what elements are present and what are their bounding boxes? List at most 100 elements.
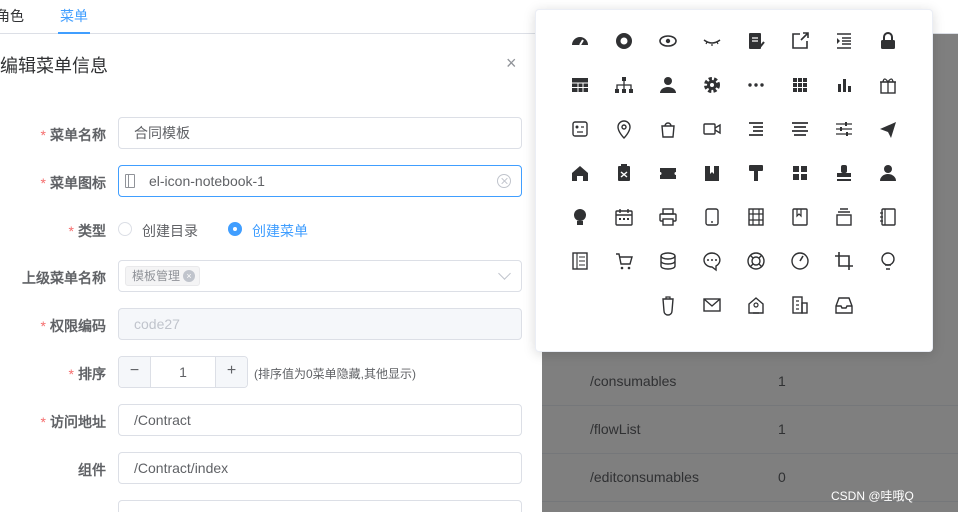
list-indent-icon[interactable] bbox=[833, 30, 857, 54]
increment-button[interactable]: + bbox=[215, 357, 247, 387]
collection-tag-icon[interactable] bbox=[701, 162, 725, 186]
decrement-button[interactable]: − bbox=[119, 357, 151, 387]
inbox-icon[interactable] bbox=[833, 294, 857, 318]
parent-menu-select[interactable]: 模板管理 × bbox=[118, 260, 522, 292]
form-item-remark bbox=[0, 500, 542, 512]
required-mark: * bbox=[40, 127, 46, 143]
tablet-icon[interactable] bbox=[701, 206, 725, 230]
field-label: * 权限编码 bbox=[41, 316, 106, 336]
timer-gauge-icon[interactable] bbox=[789, 250, 813, 274]
coin-stack-icon[interactable] bbox=[657, 250, 681, 274]
menu-grid-icon[interactable] bbox=[789, 162, 813, 186]
sort-value[interactable]: 1 bbox=[151, 357, 215, 387]
watermark: CSDN @哇哦Q bbox=[831, 489, 914, 503]
close-icon[interactable]: × bbox=[506, 54, 517, 72]
sort-hint: (排序值为0菜单隐藏,其他显示) bbox=[254, 367, 417, 381]
icon-picker-popover bbox=[535, 9, 933, 352]
field-label: 组件 bbox=[78, 460, 106, 480]
envelope-icon[interactable] bbox=[701, 294, 725, 318]
user-solid-icon[interactable] bbox=[877, 162, 901, 186]
table-grid-icon[interactable] bbox=[569, 74, 593, 98]
external-link-icon[interactable] bbox=[789, 30, 813, 54]
shopping-bag-icon[interactable] bbox=[657, 118, 681, 142]
menu-icon-input[interactable]: el-icon-notebook-1 bbox=[118, 165, 522, 197]
sort-stepper: − 1 + bbox=[118, 356, 248, 388]
house-badge-icon[interactable] bbox=[745, 294, 769, 318]
form-item-type: * 类型 创建目录 创建菜单 bbox=[0, 213, 542, 245]
field-label-text: 权限编码 bbox=[50, 318, 106, 334]
life-ring-icon[interactable] bbox=[613, 30, 637, 54]
component-input[interactable]: /Contract/index bbox=[118, 452, 522, 484]
grid-apps-icon[interactable] bbox=[789, 74, 813, 98]
clipboard-icon[interactable] bbox=[613, 162, 637, 186]
bulb-outline-icon[interactable] bbox=[877, 250, 901, 274]
user-icon[interactable] bbox=[657, 74, 681, 98]
lock-icon[interactable] bbox=[877, 30, 901, 54]
tag-close-icon[interactable]: × bbox=[183, 269, 196, 282]
help-buoy-icon[interactable] bbox=[745, 250, 769, 274]
stamp-icon[interactable] bbox=[833, 162, 857, 186]
field-label: * 类型 bbox=[69, 221, 106, 241]
clear-icon[interactable] bbox=[497, 174, 511, 188]
required-mark: * bbox=[68, 223, 74, 239]
permission-code-input: code27 bbox=[118, 308, 522, 340]
video-camera-icon[interactable] bbox=[701, 118, 725, 142]
home-icon[interactable] bbox=[569, 162, 593, 186]
more-dots-icon[interactable] bbox=[745, 74, 769, 98]
menu-name-input[interactable]: 合同模板 bbox=[118, 117, 522, 149]
radio-label: 创建目录 bbox=[142, 223, 198, 239]
notebook-icon[interactable] bbox=[789, 206, 813, 230]
receipt-icon[interactable] bbox=[569, 118, 593, 142]
printer-icon[interactable] bbox=[657, 206, 681, 230]
radio-circle bbox=[228, 222, 242, 236]
component-value: /Contract/index bbox=[134, 460, 229, 476]
tab-roles[interactable]: 角色 bbox=[0, 6, 24, 26]
speedometer-icon[interactable] bbox=[569, 30, 593, 54]
form-item-url: * 访问地址 /Contract bbox=[0, 404, 542, 436]
calendar-icon[interactable] bbox=[613, 206, 637, 230]
menu-name-value: 合同模板 bbox=[134, 125, 190, 141]
radio-label: 创建菜单 bbox=[252, 223, 308, 239]
crop-icon[interactable] bbox=[833, 250, 857, 274]
eye-closed-icon[interactable] bbox=[701, 30, 725, 54]
required-mark: * bbox=[40, 414, 46, 430]
box-icon[interactable] bbox=[833, 206, 857, 230]
office-building-icon[interactable] bbox=[789, 294, 813, 318]
field-label-text: 菜单图标 bbox=[50, 175, 106, 191]
notebook-icon bbox=[125, 174, 135, 188]
film-icon[interactable] bbox=[745, 206, 769, 230]
list-align-icon[interactable] bbox=[745, 118, 769, 142]
tab-menus[interactable]: 菜单 bbox=[60, 6, 88, 26]
field-label-text: 上级菜单名称 bbox=[22, 270, 106, 286]
field-label: * 访问地址 bbox=[41, 412, 106, 432]
shopping-cart-icon[interactable] bbox=[613, 250, 637, 274]
document-edit-icon[interactable] bbox=[745, 30, 769, 54]
document-lines-icon[interactable] bbox=[569, 250, 593, 274]
gear-icon[interactable] bbox=[701, 74, 725, 98]
bulb-solid-icon[interactable] bbox=[569, 206, 593, 230]
align-center-icon[interactable] bbox=[789, 118, 813, 142]
ticket-icon[interactable] bbox=[657, 162, 681, 186]
cup-icon[interactable] bbox=[657, 294, 681, 318]
org-chart-icon[interactable] bbox=[613, 74, 637, 98]
radio-circle bbox=[118, 222, 132, 236]
gift-icon[interactable] bbox=[877, 74, 901, 98]
form-item-perm: * 权限编码 code27 bbox=[0, 308, 542, 340]
tag-label: 模板管理 bbox=[132, 269, 181, 283]
required-mark: * bbox=[40, 318, 46, 334]
bar-chart-icon[interactable] bbox=[833, 74, 857, 98]
paint-roller-icon[interactable] bbox=[745, 162, 769, 186]
notebook-1-icon[interactable] bbox=[877, 206, 901, 230]
send-plane-icon[interactable] bbox=[877, 118, 901, 142]
chat-dots-icon[interactable] bbox=[701, 250, 725, 274]
eye-icon[interactable] bbox=[657, 30, 681, 54]
sliders-icon[interactable] bbox=[833, 118, 857, 142]
field-label-text: 菜单名称 bbox=[50, 127, 106, 143]
url-input[interactable]: /Contract bbox=[118, 404, 522, 436]
location-pin-icon[interactable] bbox=[613, 118, 637, 142]
menu-icon-value: el-icon-notebook-1 bbox=[149, 173, 265, 189]
required-mark: * bbox=[68, 366, 74, 382]
field-label: * 排序 bbox=[69, 364, 106, 384]
remark-input[interactable] bbox=[118, 500, 522, 512]
required-mark: * bbox=[40, 175, 46, 191]
